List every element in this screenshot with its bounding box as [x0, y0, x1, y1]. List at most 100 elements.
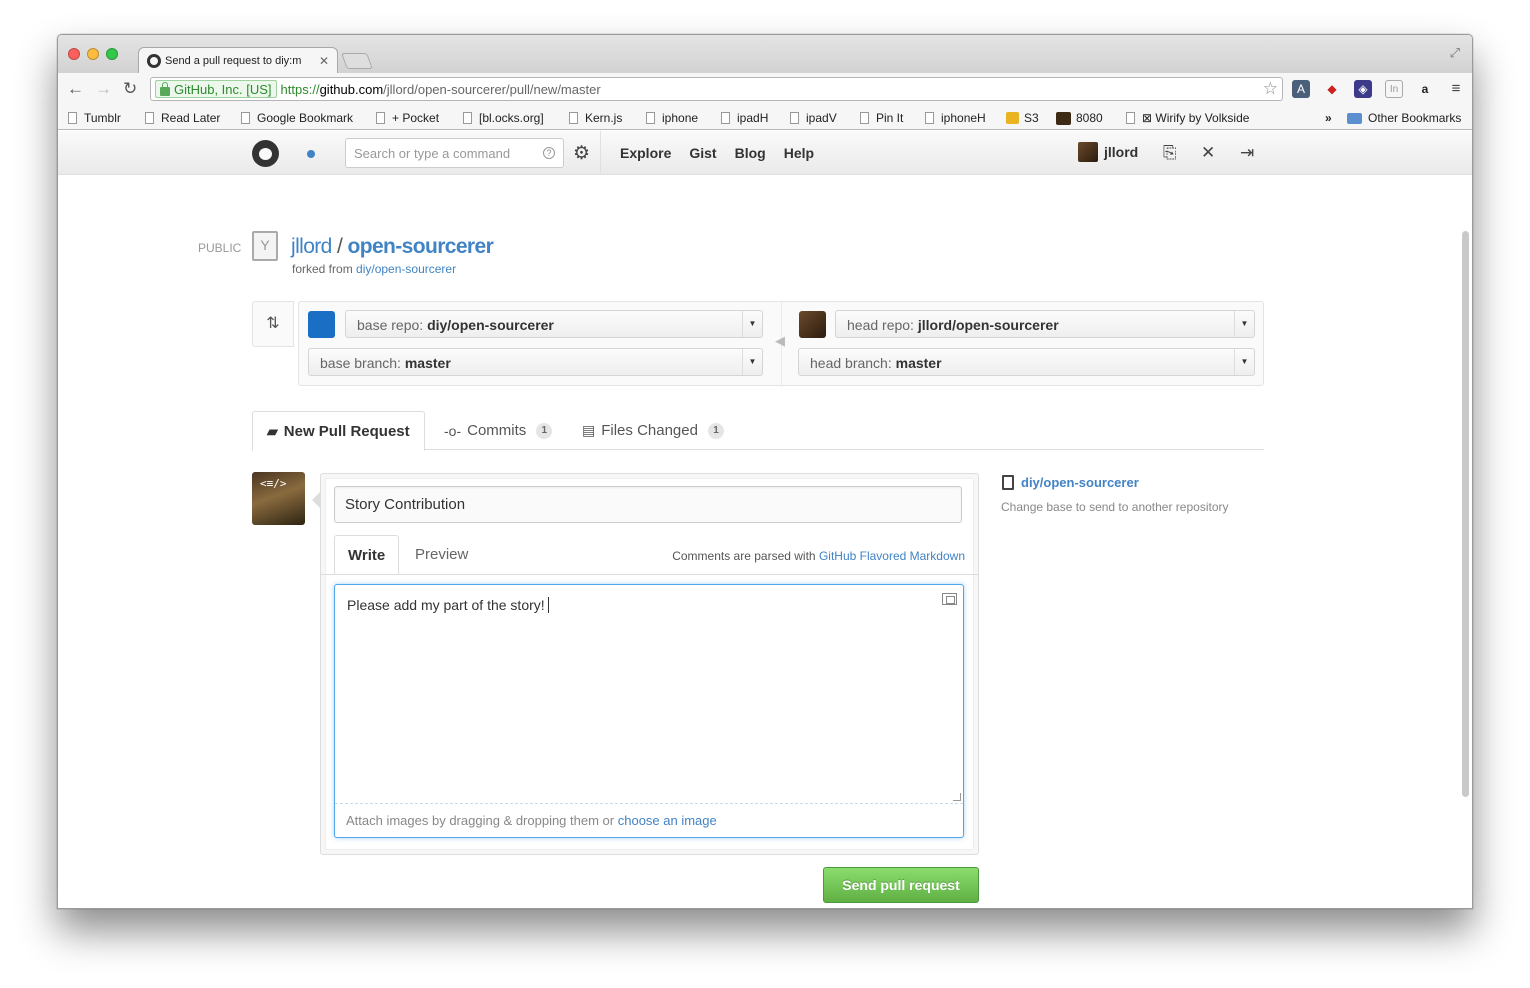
bookmark-item[interactable]: [bl.ocks.org] — [463, 111, 544, 125]
commits-count-badge: 1 — [536, 422, 553, 439]
compare-branches-icon[interactable]: ⇅ — [252, 301, 294, 347]
bookmark-label: + Pocket — [392, 111, 440, 125]
bookmark-item[interactable]: ipadH — [721, 111, 768, 125]
close-tab-icon[interactable]: ✕ — [319, 54, 329, 68]
bookmark-item[interactable]: ipadV — [790, 111, 837, 125]
head-repo-select[interactable]: head repo: jllord/open-sourcerer ▼ — [835, 310, 1255, 338]
chevron-down-icon: ▼ — [1234, 311, 1254, 337]
tab-new-pull-request[interactable]: ▰ New Pull Request — [252, 411, 425, 451]
repo-owner-link[interactable]: jllord — [291, 235, 332, 258]
linkedin-extension-icon[interactable]: In — [1385, 80, 1403, 98]
base-repo-select[interactable]: base repo: diy/open-sourcerer ▼ — [345, 310, 763, 338]
target-repo: diy/open-sourcerer — [1002, 475, 1139, 490]
pull-request-title-input[interactable]: Story Contribution — [334, 486, 962, 523]
send-pull-request-button[interactable]: Send pull request — [823, 867, 979, 903]
new-tab-button[interactable] — [341, 53, 373, 69]
bookmark-item[interactable]: S3 — [1006, 111, 1039, 125]
translate-extension-icon[interactable]: A — [1292, 80, 1310, 98]
choose-image-link[interactable]: choose an image — [618, 813, 717, 828]
page-icon — [790, 112, 799, 124]
address-bar[interactable]: GitHub, Inc. [US] https://github.com/jll… — [150, 77, 1283, 101]
bookmark-item[interactable]: Google Bookmark — [241, 111, 353, 125]
tab-commits[interactable]: -o- Commits 1 — [430, 411, 566, 450]
page-icon — [376, 112, 385, 124]
create-repo-icon[interactable]: ⎘ — [1163, 143, 1177, 163]
resize-handle[interactable] — [953, 793, 961, 801]
preview-tab[interactable]: Preview — [402, 535, 481, 575]
base-branch-select[interactable]: base branch: master ▼ — [308, 348, 763, 376]
nav-gist[interactable]: Gist — [689, 145, 716, 161]
notification-indicator-icon[interactable] — [307, 150, 315, 158]
bookmark-item[interactable]: iphoneH — [925, 111, 986, 125]
vertical-scrollbar[interactable] — [1462, 231, 1469, 797]
fullscreen-editor-icon[interactable] — [942, 593, 957, 605]
command-settings-icon[interactable]: ⚙ — [573, 142, 590, 165]
arrow-left-icon: ◀ — [775, 333, 785, 348]
head-branch-value: master — [895, 355, 942, 371]
bookmarks-overflow-button[interactable]: » — [1325, 111, 1332, 125]
head-repo-value: jllord/open-sourcerer — [917, 317, 1059, 333]
menu-icon[interactable]: ≡ — [1447, 80, 1465, 98]
change-base-note: Change base to send to another repositor… — [1001, 500, 1229, 514]
markdown-note: Comments are parsed with GitHub Flavored… — [672, 549, 965, 563]
tab-underline — [321, 574, 978, 575]
page-icon — [1126, 112, 1135, 124]
github-favicon-icon — [147, 54, 161, 68]
forward-icon[interactable]: → — [95, 79, 112, 99]
tab-files-changed[interactable]: ▤ Files Changed 1 — [568, 411, 738, 450]
bookmark-label: [bl.ocks.org] — [479, 111, 544, 125]
minimize-window-button[interactable] — [87, 48, 99, 60]
octocat-logo-icon[interactable] — [252, 140, 279, 167]
repo-separator: / — [337, 235, 343, 258]
nav-help[interactable]: Help — [784, 145, 814, 161]
pull-request-body-textarea[interactable]: Please add my part of the story! Attach … — [334, 584, 964, 838]
bookmarks-bar: Tumblr Read Later Google Bookmark + Pock… — [58, 105, 1472, 130]
bookmark-item[interactable]: iphone — [646, 111, 698, 125]
bookmark-item[interactable]: Kern.js — [569, 111, 622, 125]
markdown-help-link[interactable]: GitHub Flavored Markdown — [819, 549, 965, 563]
head-branch-select[interactable]: head branch: master ▼ — [798, 348, 1255, 376]
bookmark-star-icon[interactable]: ☆ — [1263, 79, 1278, 99]
nav-explore[interactable]: Explore — [620, 145, 671, 161]
bookmark-label: Pin It — [876, 111, 904, 125]
tab-label: Files Changed — [601, 422, 698, 439]
base-branch-label: base branch: — [320, 355, 401, 371]
reload-icon[interactable]: ↻ — [123, 79, 137, 99]
attach-prefix: Attach images by dragging & dropping the… — [346, 813, 615, 828]
purple-extension-icon[interactable]: ◈ — [1354, 80, 1372, 98]
write-tab[interactable]: Write — [334, 535, 400, 575]
other-bookmarks-folder[interactable]: Other Bookmarks — [1347, 111, 1461, 125]
repo-name-link[interactable]: open-sourcerer — [348, 235, 494, 258]
bookmark-label: Kern.js — [585, 111, 623, 125]
amazon-extension-icon[interactable]: a — [1416, 80, 1434, 98]
diy-org-avatar — [308, 311, 335, 338]
page-icon — [925, 112, 934, 124]
zoom-window-button[interactable] — [106, 48, 118, 60]
bookmark-item[interactable]: 8080 — [1056, 111, 1103, 125]
nav-blog[interactable]: Blog — [735, 145, 766, 161]
username: jllord — [1104, 144, 1139, 160]
bookmark-item[interactable]: Pin It — [860, 111, 903, 125]
bookmark-label: ⊠ Wirify by Volkside — [1142, 111, 1250, 125]
back-icon[interactable]: ← — [67, 79, 84, 99]
bookmark-item[interactable]: ⊠ Wirify by Volkside — [1126, 111, 1249, 125]
head-branch-label: head branch: — [810, 355, 892, 371]
page-content: Search or type a command ? ⚙ Explore Gis… — [58, 131, 1472, 908]
ev-certificate-badge[interactable]: GitHub, Inc. [US] — [155, 80, 277, 98]
fullscreen-icon[interactable]: ⤢ — [1450, 45, 1460, 61]
help-icon[interactable]: ? — [543, 147, 555, 159]
red-extension-icon[interactable]: ◆ — [1323, 80, 1341, 98]
command-search-input[interactable]: Search or type a command ? — [345, 138, 564, 168]
target-repo-link[interactable]: diy/open-sourcerer — [1021, 475, 1139, 490]
close-window-button[interactable] — [68, 48, 80, 60]
sign-out-icon[interactable]: ⇥ — [1240, 143, 1254, 163]
bookmark-item[interactable]: Tumblr — [68, 111, 121, 125]
bookmark-label: Tumblr — [84, 111, 121, 125]
account-settings-icon[interactable]: ✕ — [1201, 143, 1215, 163]
forked-from-link[interactable]: diy/open-sourcerer — [356, 262, 456, 276]
title-bar: Send a pull request to diy:m ✕ ⤢ — [58, 35, 1472, 74]
browser-tab[interactable]: Send a pull request to diy:m ✕ — [138, 47, 338, 74]
bookmark-item[interactable]: Read Later — [145, 111, 220, 125]
bookmark-item[interactable]: + Pocket — [376, 111, 439, 125]
user-menu[interactable]: jllord — [1078, 142, 1138, 162]
